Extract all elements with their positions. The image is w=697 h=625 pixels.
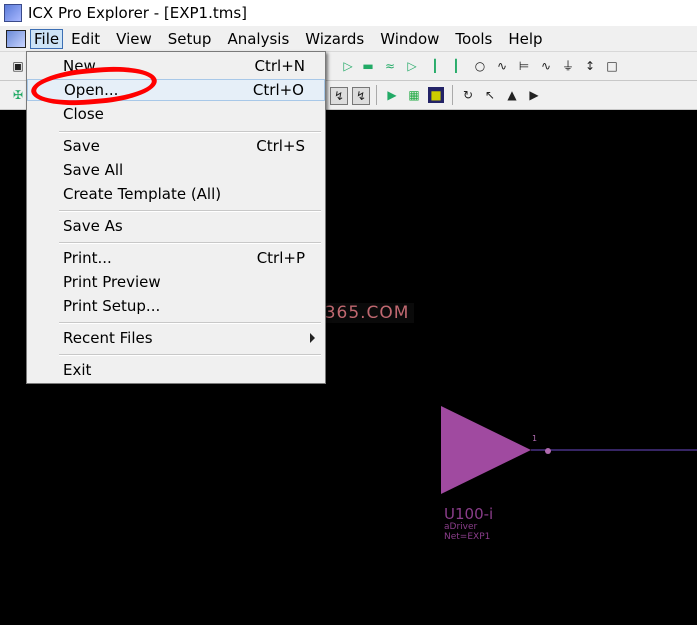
pin-number: 1: [532, 434, 538, 443]
symbol-name: U100-i: [444, 505, 494, 523]
symbol-model: aDriver: [444, 522, 478, 532]
menu-separator: [59, 131, 321, 133]
menu-separator: [59, 210, 321, 212]
menu-item-print[interactable]: Print... Ctrl+P: [27, 248, 325, 270]
menu-item-close[interactable]: Close: [27, 104, 325, 126]
menu-item-save-as[interactable]: Save As: [27, 216, 325, 238]
symbol-net: Net=EXP1: [444, 532, 491, 542]
pin-dot[interactable]: [545, 448, 551, 454]
menu-separator: [59, 322, 321, 324]
menu-item-save[interactable]: Save Ctrl+S: [27, 136, 325, 158]
menu-item-create-template[interactable]: Create Template (All): [27, 184, 325, 206]
menu-item-print-setup[interactable]: Print Setup...: [27, 296, 325, 318]
menu-item-save-all[interactable]: Save All: [27, 160, 325, 182]
menu-item-exit[interactable]: Exit: [27, 360, 325, 382]
submenu-arrow-icon: [310, 333, 315, 343]
symbol-attributes: aDriver Net=EXP1: [444, 522, 490, 542]
driver-symbol[interactable]: [441, 406, 531, 494]
menu-item-recent-files[interactable]: Recent Files: [27, 328, 325, 350]
menu-item-print-preview[interactable]: Print Preview: [27, 272, 325, 294]
menu-separator: [59, 354, 321, 356]
menu-separator: [59, 242, 321, 244]
